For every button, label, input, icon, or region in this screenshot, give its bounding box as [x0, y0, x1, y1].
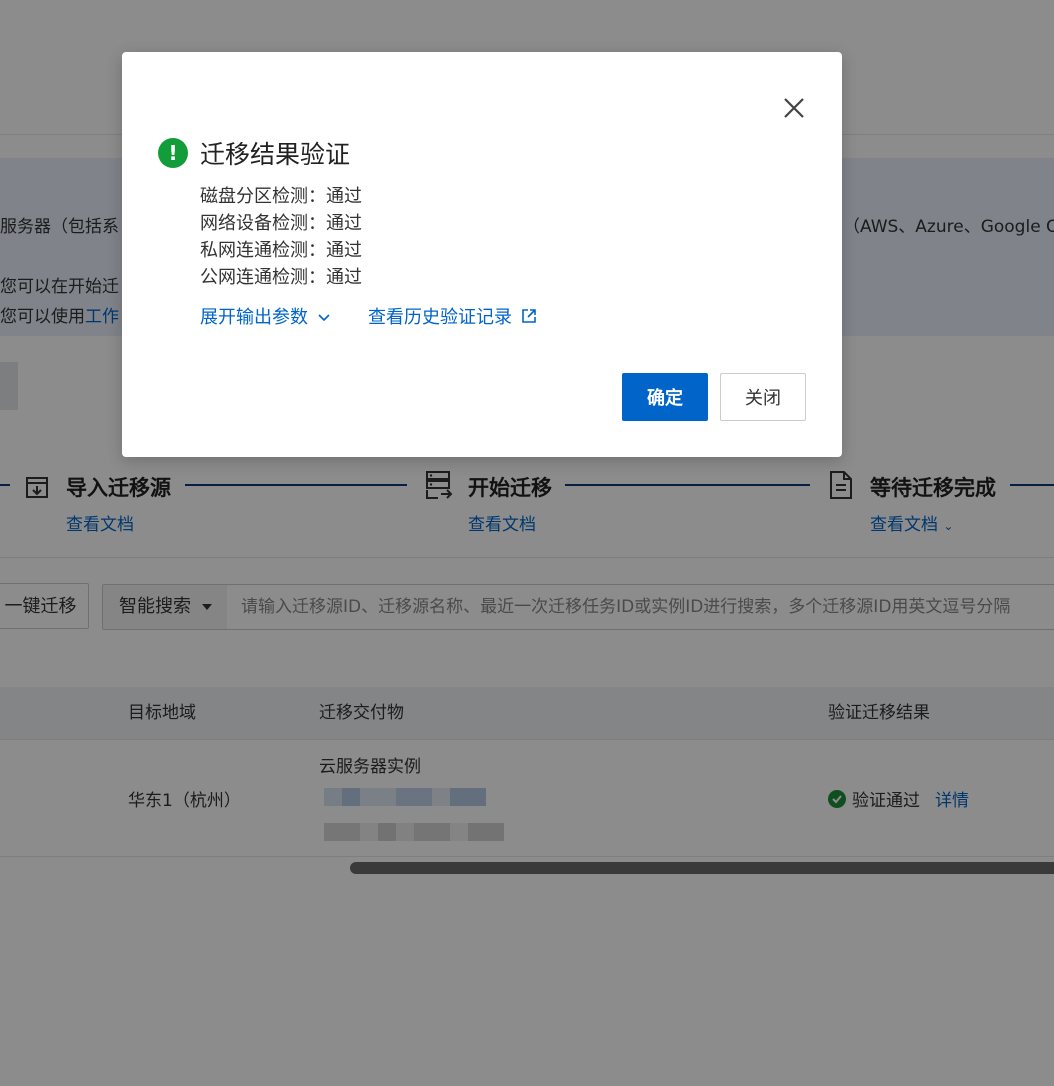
- check-separator: ：: [308, 213, 326, 234]
- check-result: 通过: [326, 267, 362, 288]
- check-result: 通过: [326, 240, 362, 261]
- external-link-icon: [521, 309, 536, 323]
- check-separator: ：: [308, 267, 326, 288]
- view-history-label: 查看历史验证记录: [368, 307, 512, 328]
- dialog-title: 迁移结果验证: [200, 140, 351, 169]
- confirm-button[interactable]: 确定: [622, 373, 708, 421]
- check-label: 网络设备检测: [200, 213, 308, 234]
- exclamation-circle-icon: !: [158, 138, 188, 168]
- check-result: 通过: [326, 213, 362, 234]
- check-item: 磁盘分区检测：通过: [200, 185, 362, 209]
- check-label: 公网连通检测: [200, 267, 308, 288]
- check-item: 私网连通检测：通过: [200, 239, 362, 263]
- check-separator: ：: [308, 240, 326, 261]
- check-result: 通过: [326, 186, 362, 207]
- close-button[interactable]: 关闭: [720, 373, 806, 421]
- check-item: 公网连通检测：通过: [200, 266, 362, 290]
- close-icon[interactable]: [782, 96, 806, 120]
- verify-result-dialog: ! 迁移结果验证 磁盘分区检测：通过 网络设备检测：通过 私网连通检测：通过 公…: [122, 52, 842, 457]
- check-label: 磁盘分区检测: [200, 186, 308, 207]
- check-label: 私网连通检测: [200, 240, 308, 261]
- page: 服务器（包括系 商（AWS、Azure、Google C 您可以在开始迁 您可以…: [0, 0, 1054, 1086]
- check-separator: ：: [308, 186, 326, 207]
- view-history-link[interactable]: 查看历史验证记录: [368, 306, 537, 330]
- chevron-down-icon: [318, 314, 330, 322]
- check-item: 网络设备检测：通过: [200, 212, 362, 236]
- expand-output-params-link[interactable]: 展开输出参数: [200, 306, 330, 330]
- expand-output-params-label: 展开输出参数: [200, 307, 308, 328]
